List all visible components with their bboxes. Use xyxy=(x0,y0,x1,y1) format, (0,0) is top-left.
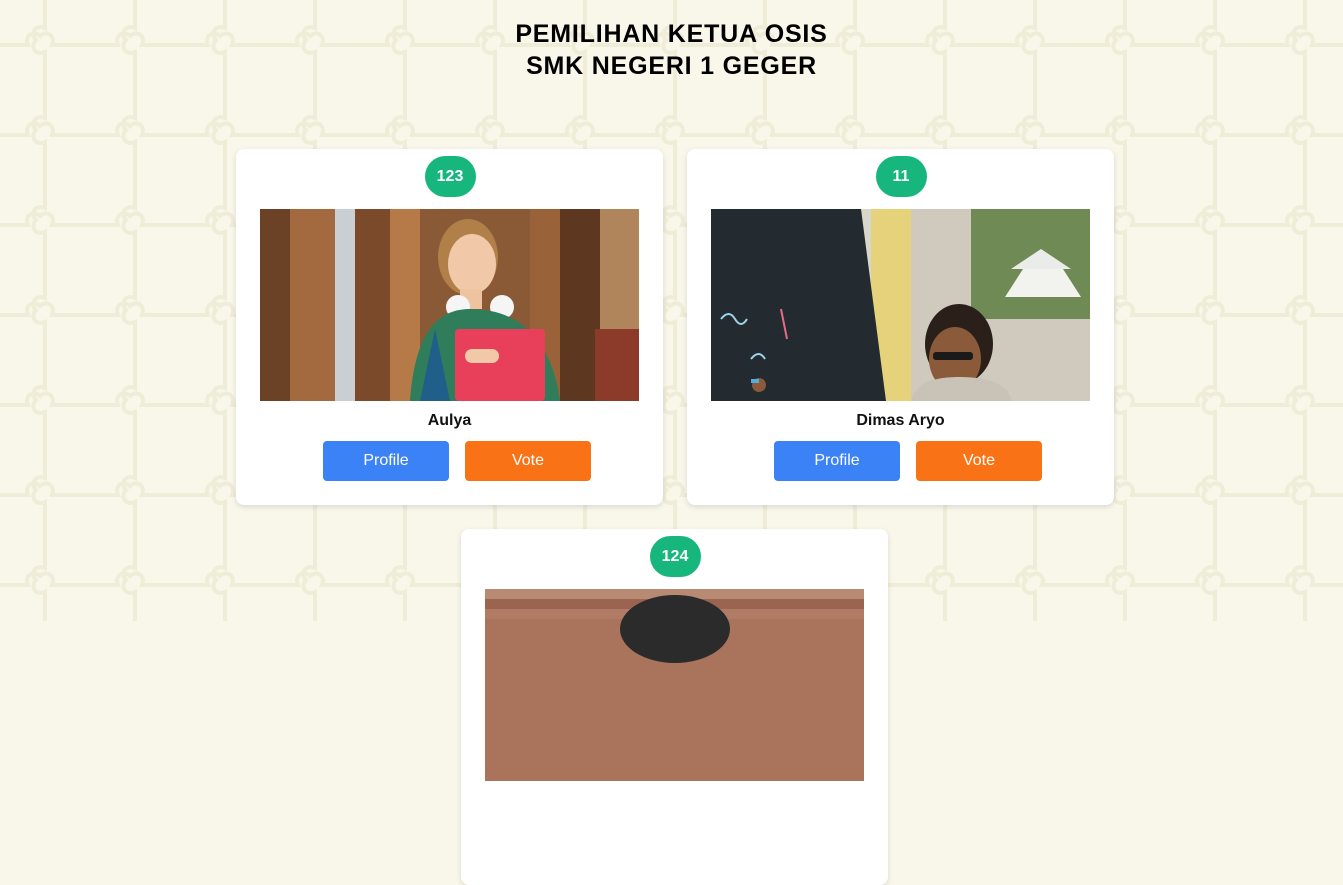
candidate-photo xyxy=(711,209,1090,401)
page-title-line1: PEMILIHAN KETUA OSIS xyxy=(515,20,828,48)
candidate-photo xyxy=(485,589,864,781)
candidate-number-badge: 123 xyxy=(424,156,476,197)
page-title-line2: SMK NEGERI 1 GEGER xyxy=(526,52,817,80)
candidate-number-badge: 124 xyxy=(649,536,701,577)
candidate-name: Aulya xyxy=(427,412,472,429)
page-header: PEMILIHAN KETUA OSIS SMK NEGERI 1 GEGER xyxy=(0,18,1343,82)
vote-button[interactable]: Vote xyxy=(916,441,1042,481)
candidate-card: 11 Dimas Aryo Profile Vote xyxy=(687,149,1114,505)
profile-button[interactable]: Profile xyxy=(774,441,900,481)
profile-button[interactable]: Profile xyxy=(323,441,449,481)
candidate-number-badge: 11 xyxy=(875,156,927,197)
candidate-card: 124 xyxy=(461,529,888,885)
puzzle-background-pattern xyxy=(0,0,1343,621)
candidate-card: 123 Aulya Profile Vote xyxy=(236,149,663,505)
vote-button[interactable]: Vote xyxy=(465,441,591,481)
candidate-name: Dimas Aryo xyxy=(856,412,945,429)
candidate-photo xyxy=(260,209,639,401)
